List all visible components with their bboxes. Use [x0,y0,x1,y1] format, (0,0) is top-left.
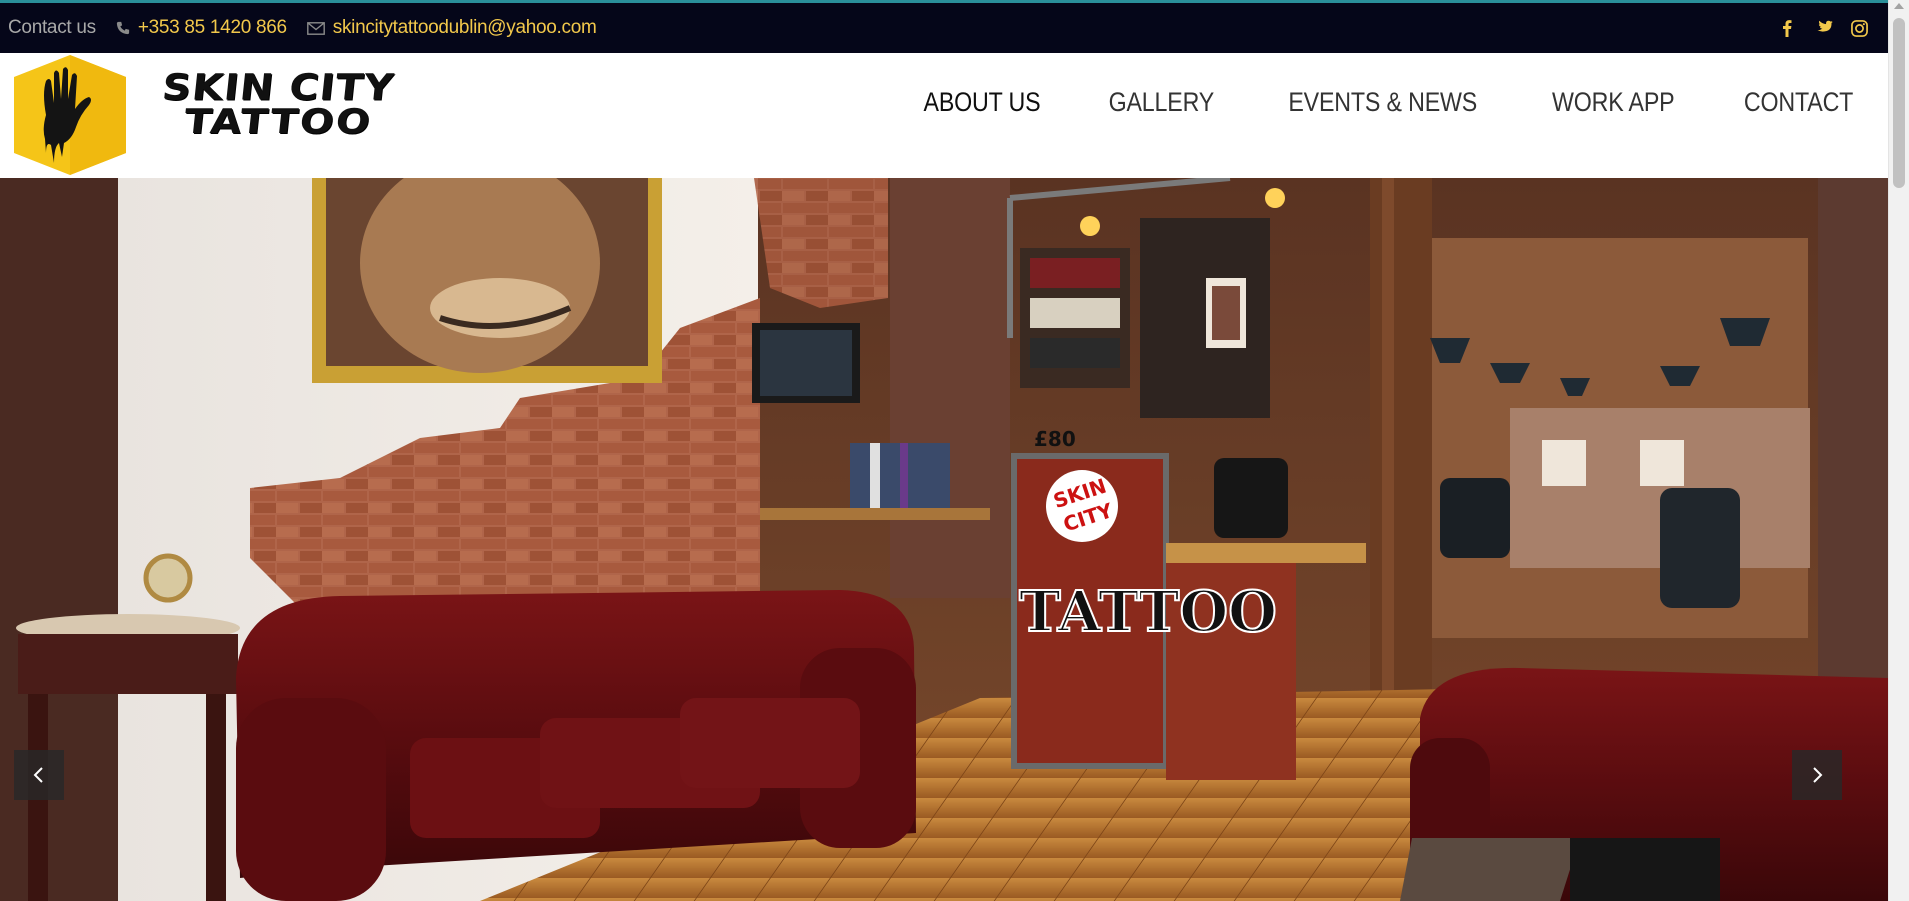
scroll-up-arrow-icon[interactable] [1894,3,1904,9]
email-address: skincitytattoodublin@yahoo.com [332,17,597,38]
nav-about-us[interactable]: ABOUT US [924,87,1041,118]
email-link[interactable]: skincitytattoodublin@yahoo.com [306,17,597,39]
phone-number: +353 85 1420 866 [137,17,287,38]
logo-line-1: SKIN CITY [160,67,396,109]
logo-line-2: TATTOO [182,102,374,142]
nav-events-news[interactable]: EVENTS & NEWS [1288,87,1477,118]
page-scrollbar[interactable] [1888,0,1909,901]
top-contact-bar: Contact us +353 85 1420 866 skincitytatt… [0,3,1888,53]
chevron-left-icon [33,767,43,783]
twitter-icon[interactable] [1812,17,1834,39]
sign-tattoo-text: TATTOO [1019,579,1277,645]
price-tag-text: £80 [1034,427,1076,451]
instagram-icon[interactable] [1848,17,1870,39]
nav-work-app[interactable]: WORK APP [1552,87,1675,118]
social-links [1776,3,1870,53]
main-navigation: ABOUT US GALLERY EVENTS & NEWS WORK APP … [914,53,1862,151]
phone-icon [116,21,130,35]
hero-slider: SKIN CITY TATTOO £80 [0,178,1888,901]
scrollbar-thumb[interactable] [1893,18,1905,188]
facebook-icon[interactable] [1776,17,1798,39]
contact-us-label: Contact us [8,17,96,38]
slider-next-button[interactable] [1792,750,1842,800]
chevron-right-icon [1813,767,1823,783]
nav-gallery[interactable]: GALLERY [1109,87,1215,118]
site-logo[interactable]: SKIN CITY TATTOO [12,53,408,177]
site-header: SKIN CITY TATTOO ABOUT US GALLERY EVENTS… [0,53,1888,178]
envelope-icon [306,21,325,35]
slider-prev-button[interactable] [14,750,64,800]
hand-badge-icon [14,55,126,175]
studio-interior-photo: SKIN CITY TATTOO £80 [0,178,1888,901]
logo-wordmark: SKIN CITY TATTOO [148,67,408,142]
nav-contact[interactable]: CONTACT [1744,87,1853,118]
phone-link[interactable]: +353 85 1420 866 [116,17,287,39]
